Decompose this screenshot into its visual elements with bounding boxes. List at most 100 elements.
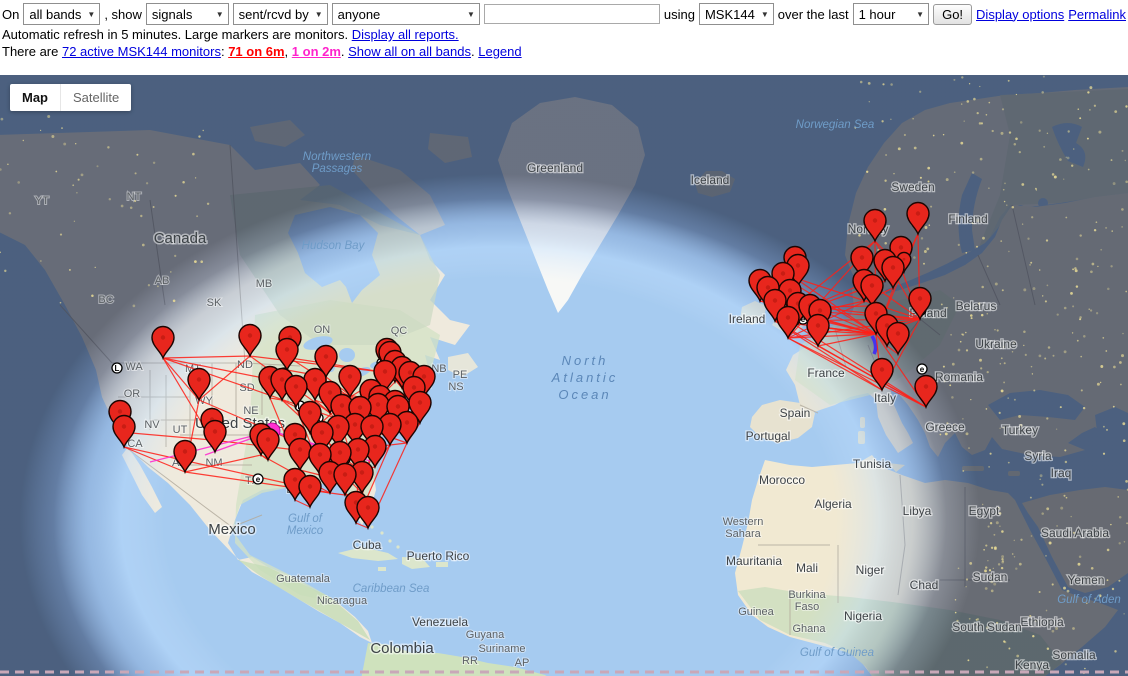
svg-text:WA: WA [125, 361, 143, 373]
svg-text:L: L [115, 364, 120, 373]
svg-text:Venezuela: Venezuela [412, 615, 468, 629]
monitors-2m-link[interactable]: 1 on 2m [292, 44, 341, 59]
mode-select[interactable]: MSK144▼ [699, 3, 774, 25]
svg-text:SK: SK [207, 297, 222, 309]
callsign-input[interactable] [484, 4, 660, 24]
svg-text:Spain: Spain [780, 406, 811, 420]
svg-text:Romania: Romania [935, 370, 983, 384]
svg-text:Ukraine: Ukraine [975, 337, 1017, 351]
svg-text:AP: AP [515, 657, 530, 669]
active-monitors-link[interactable]: 72 active MSK144 monitors [62, 44, 221, 59]
map-type-satellite-button[interactable]: Satellite [60, 84, 131, 111]
svg-text:OR: OR [124, 388, 141, 400]
svg-text:Yemen: Yemen [1068, 573, 1105, 587]
svg-text:NE: NE [243, 405, 258, 417]
show-label: , show [104, 7, 142, 22]
map-type-control: Map Satellite [10, 84, 131, 111]
svg-text:Greece: Greece [925, 420, 965, 434]
svg-text:AB: AB [155, 275, 170, 287]
sent-rcvd-select[interactable]: sent/rcvd by▼ [233, 3, 328, 25]
there-are-text: There are [2, 44, 62, 59]
svg-text:Mexico: Mexico [208, 521, 256, 538]
svg-text:Northwestern: Northwestern [303, 151, 371, 163]
svg-text:Guatemala: Guatemala [276, 573, 331, 585]
svg-text:BC: BC [98, 294, 113, 306]
svg-text:Mauritania: Mauritania [726, 554, 782, 568]
status-line-2: There are 72 active MSK144 monitors: 71 … [0, 43, 1128, 60]
world-map: NorthwesternPassagesHudson BayNorwegian … [0, 75, 1128, 676]
svg-text:Portugal: Portugal [746, 429, 791, 443]
svg-text:Tunisia: Tunisia [853, 457, 892, 471]
small-report-marker[interactable]: e [253, 474, 263, 484]
chevron-down-icon: ▼ [87, 10, 95, 19]
svg-text:Sahara: Sahara [725, 528, 761, 540]
svg-text:Suriname: Suriname [478, 643, 525, 655]
svg-text:Norwegian Sea: Norwegian Sea [796, 119, 875, 131]
svg-text:Ethiopia: Ethiopia [1020, 615, 1064, 629]
svg-text:YT: YT [35, 195, 49, 207]
map-canvas[interactable]: Map Satellite [0, 75, 1128, 676]
svg-text:Gulf of: Gulf of [288, 513, 324, 525]
chevron-down-icon: ▼ [761, 10, 769, 19]
svg-text:Gulf of Aden: Gulf of Aden [1057, 594, 1121, 606]
header: On all bands▼ , show signals▼ sent/rcvd … [0, 0, 1128, 75]
map-type-map-button[interactable]: Map [10, 84, 60, 111]
svg-text:Egypt: Egypt [969, 504, 1000, 518]
svg-text:Morocco: Morocco [759, 473, 805, 487]
svg-text:Algeria: Algeria [814, 497, 852, 511]
refresh-text: Automatic refresh in 5 minutes. Large ma… [2, 27, 352, 42]
chevron-down-icon: ▼ [216, 10, 224, 19]
svg-text:Puerto Rico: Puerto Rico [407, 549, 470, 563]
svg-text:Iceland: Iceland [691, 173, 730, 187]
svg-text:Guinea: Guinea [738, 606, 774, 618]
pskreporter-page: { "toolbar": { "on_label": "On", "band_s… [0, 0, 1128, 676]
svg-text:Ocean: Ocean [558, 387, 611, 402]
svg-text:Finland: Finland [948, 212, 987, 226]
band-select[interactable]: all bands▼ [23, 3, 100, 25]
chevron-down-icon: ▼ [916, 10, 924, 19]
svg-text:Nigeria: Nigeria [844, 609, 882, 623]
chevron-down-icon: ▼ [467, 10, 475, 19]
legend-link[interactable]: Legend [478, 44, 521, 59]
svg-text:Italy: Italy [874, 391, 896, 405]
svg-text:MB: MB [256, 278, 273, 290]
svg-text:Atlantic: Atlantic [551, 370, 619, 385]
svg-text:North: North [562, 353, 609, 368]
svg-text:Syria: Syria [1024, 449, 1052, 463]
using-label: using [664, 7, 695, 22]
svg-text:France: France [807, 366, 845, 380]
svg-text:Mexico: Mexico [287, 525, 324, 537]
svg-text:NV: NV [144, 419, 160, 431]
svg-text:Faso: Faso [795, 601, 819, 613]
comma-text: , [285, 44, 292, 59]
show-all-bands-link[interactable]: Show all on all bands [348, 44, 471, 59]
who-select[interactable]: anyone▼ [332, 3, 480, 25]
svg-text:NT: NT [127, 191, 142, 203]
svg-text:Gulf of Guinea: Gulf of Guinea [800, 647, 874, 659]
svg-text:NS: NS [448, 381, 463, 393]
permalink-link[interactable]: Permalink [1068, 7, 1126, 22]
svg-text:Hudson Bay: Hudson Bay [302, 240, 366, 252]
signals-select[interactable]: signals▼ [146, 3, 229, 25]
query-toolbar: On all bands▼ , show signals▼ sent/rcvd … [0, 0, 1128, 26]
go-button[interactable]: Go! [933, 4, 972, 25]
svg-text:Burkina: Burkina [788, 589, 826, 601]
period-select[interactable]: 1 hour▼ [853, 3, 930, 25]
small-report-marker[interactable]: e [917, 364, 927, 374]
svg-text:Western: Western [723, 516, 764, 528]
svg-text:SD: SD [239, 382, 254, 394]
display-all-reports-link[interactable]: Display all reports. [352, 27, 459, 42]
svg-text:Sudan: Sudan [973, 570, 1008, 584]
monitors-6m-link[interactable]: 71 on 6m [228, 44, 284, 59]
small-report-marker[interactable]: L [112, 363, 122, 373]
on-label: On [2, 7, 19, 22]
svg-text:Chad: Chad [910, 578, 939, 592]
svg-text:Canada: Canada [154, 230, 207, 247]
svg-text:Ghana: Ghana [792, 623, 826, 635]
svg-text:PE: PE [453, 369, 468, 381]
display-options-link[interactable]: Display options [976, 7, 1064, 22]
svg-text:UT: UT [173, 424, 188, 436]
svg-text:Libya: Libya [903, 504, 932, 518]
svg-text:Saudi Arabia: Saudi Arabia [1041, 526, 1109, 540]
status-line-1: Automatic refresh in 5 minutes. Large ma… [0, 26, 1128, 43]
